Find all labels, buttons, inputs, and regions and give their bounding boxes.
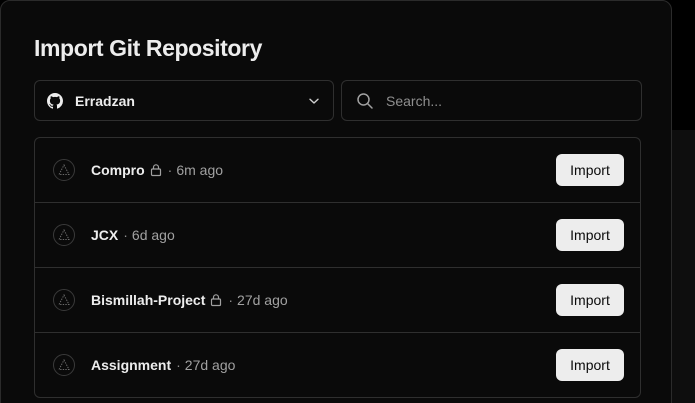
chevron-down-icon (307, 94, 321, 108)
repository-name[interactable]: Assignment (91, 357, 171, 373)
separator-dot: · (123, 227, 128, 243)
repository-info: JCX · 6d ago (91, 203, 175, 267)
github-icon (47, 92, 63, 109)
repository-list: Compro · 6m ago Import JCX · 6d ago Impo… (34, 137, 641, 398)
page-title: Import Git Repository (34, 35, 263, 61)
import-repository-card: Import Git Repository Erradzan Search...… (0, 0, 672, 403)
separator-dot: · (167, 162, 173, 178)
repository-row: JCX · 6d ago Import (35, 203, 640, 268)
import-button[interactable]: Import (556, 284, 624, 316)
repository-updated-time: 27d ago (237, 292, 288, 308)
import-button[interactable]: Import (556, 219, 624, 251)
lock-icon (149, 163, 163, 177)
lock-icon (209, 293, 223, 307)
repository-row: Assignment · 27d ago Import (35, 333, 640, 397)
import-button[interactable]: Import (556, 349, 624, 381)
repository-info: Bismillah-Project · 27d ago (91, 268, 288, 332)
repository-name[interactable]: Compro (91, 162, 145, 178)
repository-updated-time: 6d ago (131, 227, 175, 243)
import-button[interactable]: Import (556, 154, 624, 186)
repository-name[interactable]: JCX (91, 227, 118, 243)
repository-info: Assignment · 27d ago (91, 333, 235, 397)
account-selector[interactable]: Erradzan (34, 80, 334, 121)
page: Import Git Repository Erradzan Search...… (0, 0, 695, 403)
repository-avatar-icon (53, 289, 75, 311)
separator-dot: · (176, 357, 181, 373)
repository-info: Compro · 6m ago (91, 138, 223, 202)
repository-avatar-icon (53, 159, 75, 181)
search-icon (356, 92, 374, 110)
repository-row: Bismillah-Project · 27d ago Import (35, 268, 640, 333)
account-name: Erradzan (75, 92, 135, 109)
repository-name[interactable]: Bismillah-Project (91, 292, 205, 308)
search-field[interactable] (341, 80, 642, 121)
repository-updated-time: 27d ago (184, 357, 236, 373)
repository-avatar-icon (53, 354, 75, 376)
repository-row: Compro · 6m ago Import (35, 138, 640, 203)
repository-avatar-icon (53, 224, 75, 246)
search-input[interactable] (384, 91, 628, 110)
repository-updated-time: 6m ago (176, 162, 224, 178)
background-panel (672, 130, 695, 403)
separator-dot: · (228, 292, 234, 308)
